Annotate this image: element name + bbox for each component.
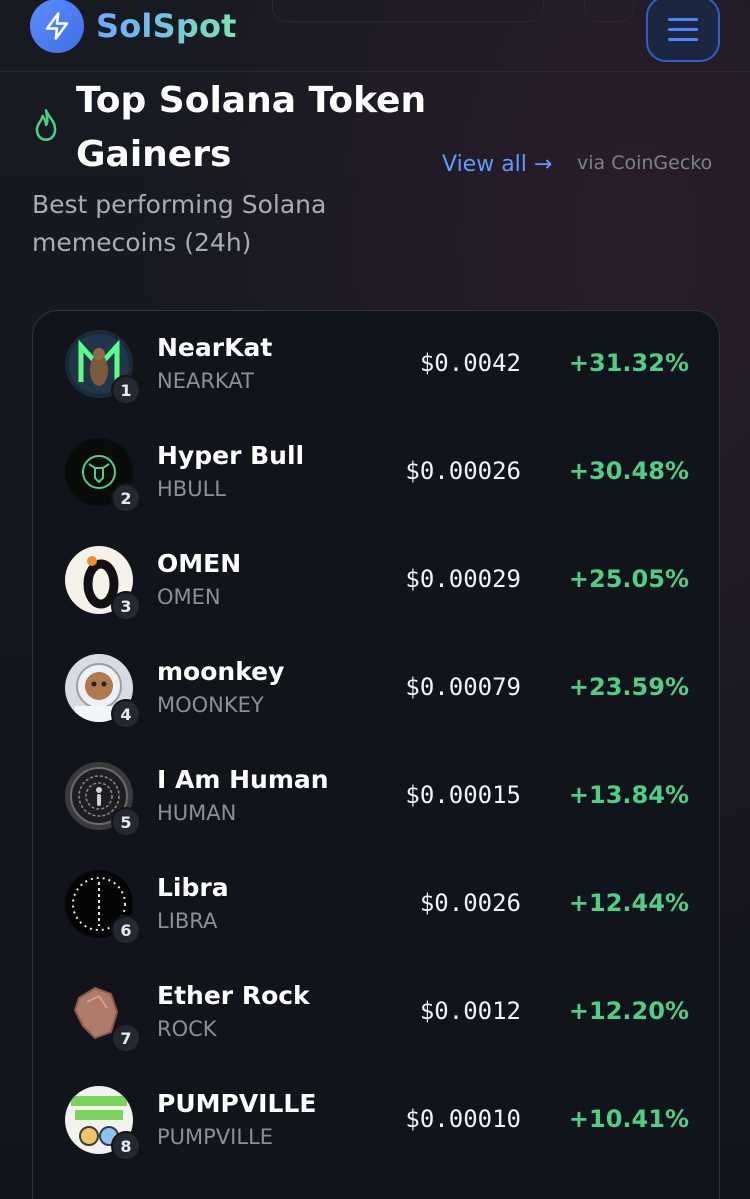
rank-badge: 1 (111, 375, 141, 405)
menu-line-icon (668, 17, 698, 21)
token-change: +30.48% (568, 457, 689, 485)
token-name: NearKat (157, 333, 273, 362)
token-name: Libra (157, 873, 229, 902)
menu-line-icon (668, 27, 698, 31)
rank-badge: 6 (111, 915, 141, 945)
token-row[interactable]: 3 OMEN OMEN $0.00029 +25.05% (33, 527, 721, 635)
token-symbol: LIBRA (157, 909, 218, 933)
token-change: +13.84% (568, 781, 689, 809)
token-price: $0.00015 (405, 781, 521, 809)
token-symbol: HUMAN (157, 801, 237, 825)
token-symbol: OMEN (157, 585, 221, 609)
rank-badge: 3 (111, 591, 141, 621)
token-change: +10.41% (568, 1105, 689, 1133)
view-all-link[interactable]: View all → (442, 152, 552, 177)
top-nav-bar: SolSpot (0, 0, 750, 72)
token-row[interactable]: 4 moonkey MOONKEY $0.00079 +23.59% (33, 635, 721, 743)
token-symbol: MOONKEY (157, 693, 264, 717)
brand[interactable]: SolSpot (30, 0, 237, 53)
token-row[interactable]: 1 NearKat NEARKAT $0.0042 +31.32% (33, 311, 721, 419)
flame-icon (35, 109, 57, 141)
token-price: $0.0026 (419, 889, 521, 917)
token-gainers-list: 1 NearKat NEARKAT $0.0042 +31.32% 2 Hype… (32, 310, 720, 1199)
token-row[interactable]: 8 PUMPVILLE PUMPVILLE $0.00010 +10.41% (33, 1067, 721, 1175)
brand-name: SolSpot (96, 7, 237, 45)
token-row[interactable]: 6 Libra LIBRA $0.0026 +12.44% (33, 851, 721, 959)
section-subtitle: Best performing Solana memecoins (24h) (32, 190, 327, 257)
rank-badge: 8 (111, 1131, 141, 1161)
token-name: moonkey (157, 657, 285, 686)
token-change: +31.32% (568, 349, 689, 377)
nav-search-area (272, 0, 544, 22)
nav-placeholder (584, 0, 634, 22)
token-change: +12.44% (568, 889, 689, 917)
rank-badge: 5 (111, 807, 141, 837)
token-price: $0.00026 (405, 457, 521, 485)
token-price: $0.00010 (405, 1105, 521, 1133)
token-row[interactable]: 5 I Am Human HUMAN $0.00015 +13.84% (33, 743, 721, 851)
token-name: Hyper Bull (157, 441, 305, 470)
token-price: $0.00079 (405, 673, 521, 701)
token-change: +12.20% (568, 997, 689, 1025)
rank-badge: 7 (111, 1023, 141, 1053)
section-title: Top Solana Token Gainers (76, 80, 427, 175)
token-symbol: ROCK (157, 1017, 217, 1041)
token-row[interactable]: 2 Hyper Bull HBULL $0.00026 +30.48% (33, 419, 721, 527)
token-name: OMEN (157, 549, 242, 578)
menu-line-icon (668, 37, 698, 41)
token-symbol: PUMPVILLE (157, 1125, 274, 1149)
token-change: +25.05% (568, 565, 689, 593)
token-name: Ether Rock (157, 981, 310, 1010)
token-change: +23.59% (568, 673, 689, 701)
token-price: $0.0042 (419, 349, 521, 377)
token-price: $0.00029 (405, 565, 521, 593)
lightning-logo-icon (30, 0, 84, 53)
token-symbol: HBULL (157, 477, 226, 501)
token-price: $0.0012 (419, 997, 521, 1025)
token-name: I Am Human (157, 765, 329, 794)
token-row[interactable]: 7 Ether Rock ROCK $0.0012 +12.20% (33, 959, 721, 1067)
hamburger-menu-button[interactable] (646, 0, 720, 62)
token-name: PUMPVILLE (157, 1089, 317, 1118)
rank-badge: 2 (111, 483, 141, 513)
data-source-label: via CoinGecko (577, 152, 713, 174)
rank-badge: 4 (111, 699, 141, 729)
token-symbol: NEARKAT (157, 369, 254, 393)
